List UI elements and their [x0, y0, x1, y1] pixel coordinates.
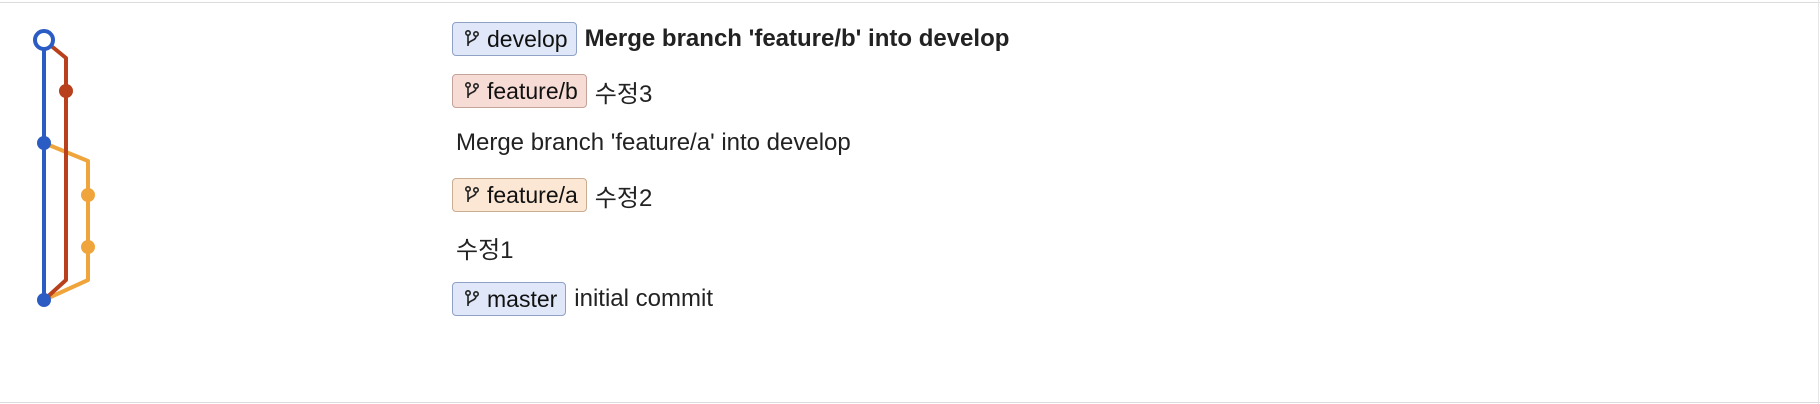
- commit-row[interactable]: feature/b 수정3: [452, 65, 1800, 117]
- branch-tag-master[interactable]: master: [452, 282, 567, 316]
- node-initial-commit[interactable]: [37, 293, 51, 307]
- commit-message: initial commit: [574, 285, 713, 312]
- node-feature-a-commit-1[interactable]: [81, 240, 95, 254]
- branch-tag-feature-b[interactable]: feature/b: [452, 74, 587, 108]
- commit-message: 수정3: [594, 80, 653, 108]
- node-head-develop[interactable]: [33, 29, 55, 51]
- commit-row[interactable]: 수정1: [452, 221, 1800, 273]
- git-branch-icon: [464, 289, 480, 306]
- commit-message: Merge branch 'feature/a' into develop: [456, 129, 851, 156]
- node-merge-feature-a[interactable]: [37, 136, 51, 150]
- commit-row[interactable]: develop Merge branch 'feature/b' into de…: [452, 13, 1800, 65]
- branch-tag-feature-a[interactable]: feature/a: [452, 178, 587, 212]
- git-branch-icon: [464, 81, 480, 98]
- commit-message: 수정2: [594, 184, 653, 212]
- commit-row[interactable]: master initial commit: [452, 273, 1800, 325]
- commit-message: Merge branch 'feature/b' into develop: [584, 25, 1010, 52]
- branch-tag-label: feature/b: [487, 77, 578, 104]
- commit-row[interactable]: Merge branch 'feature/a' into develop: [452, 117, 1800, 169]
- branch-tag-label: feature/a: [487, 181, 578, 208]
- git-branch-icon: [464, 29, 480, 46]
- branch-tag-label: master: [487, 285, 558, 312]
- commit-row[interactable]: feature/a 수정2: [452, 169, 1800, 221]
- branch-tag-develop[interactable]: develop: [452, 22, 577, 56]
- node-feature-b-commit[interactable]: [59, 84, 73, 98]
- commit-list: develop Merge branch 'feature/b' into de…: [452, 13, 1800, 325]
- commit-message: 수정1: [456, 236, 514, 264]
- git-branch-icon: [464, 185, 480, 202]
- node-feature-a-commit-2[interactable]: [81, 188, 95, 202]
- lane-feature-b: [42, 38, 68, 302]
- commit-graph: [33, 29, 95, 307]
- branch-tag-label: develop: [487, 25, 568, 52]
- top-border: [0, 0, 1820, 3]
